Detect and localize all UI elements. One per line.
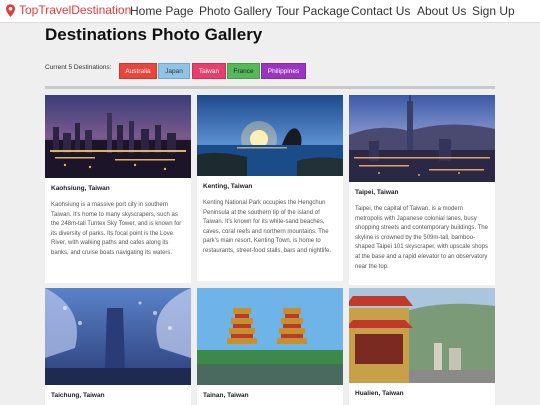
kenting-sunset-photo: [197, 95, 343, 176]
taipei-101-skyline-photo: [349, 95, 495, 182]
chip-philippines[interactable]: Philippines: [261, 63, 306, 79]
card-description: Taipei, the capital of Taiwan, is a mode…: [355, 206, 488, 270]
gallery-card-tainan[interactable]: Tainan, Taiwan: [197, 288, 343, 405]
current-destinations-label: Current 5 Destinations:: [45, 64, 112, 71]
brand-logo[interactable]: TopTravelDestination: [6, 3, 131, 17]
gallery-card-hualien[interactable]: Hualien, Taiwan: [349, 288, 495, 405]
card-title: Taipei, Taiwan: [355, 189, 399, 196]
card-description: Kaohsiung is a massive port city in sout…: [51, 202, 182, 256]
chip-japan[interactable]: Japan: [158, 63, 190, 79]
gallery-card-taichung[interactable]: Taichung, Taiwan: [45, 288, 191, 405]
gallery-card-kenting[interactable]: Kenting, Taiwan Kenting National Park oc…: [197, 95, 343, 281]
brand-name: TopTravelDestination: [19, 3, 132, 17]
top-navbar: TopTravelDestination Home Page Photo Gal…: [0, 0, 540, 23]
map-pin-icon: [6, 3, 15, 17]
gallery-card-taipei[interactable]: Taipei, Taiwan Taipei, the capital of Ta…: [349, 95, 495, 285]
chip-taiwan[interactable]: Taiwan: [192, 63, 226, 79]
kaohsiung-night-skyline-photo: [45, 95, 191, 178]
taichung-tree-tower-photo: [45, 288, 191, 385]
card-title: Tainan, Taiwan: [203, 392, 249, 399]
divider: [45, 86, 495, 89]
nav-about-us[interactable]: About Us: [417, 4, 466, 18]
hualien-temple-photo: [349, 288, 495, 383]
card-title: Taichung, Taiwan: [51, 392, 105, 399]
nav-photo-gallery[interactable]: Photo Gallery: [199, 4, 272, 18]
nav-tour-package[interactable]: Tour Package: [276, 4, 349, 18]
card-title: Kenting, Taiwan: [203, 183, 253, 190]
nav-home-page[interactable]: Home Page: [130, 4, 193, 18]
card-title: Kaohsiung, Taiwan: [51, 185, 110, 192]
page-title: Destinations Photo Gallery: [45, 25, 263, 44]
nav-contact-us[interactable]: Contact Us: [351, 4, 410, 18]
nav-sign-up[interactable]: Sign Up: [472, 4, 515, 18]
chip-australia[interactable]: Australia: [119, 63, 157, 79]
card-title: Hualien, Taiwan: [355, 390, 404, 397]
tainan-pagodas-photo: [197, 288, 343, 385]
card-description: Kenting National Park occupies the Hengc…: [203, 200, 332, 254]
gallery-card-kaohsiung[interactable]: Kaohsiung, Taiwan Kaohsiung is a massive…: [45, 95, 191, 283]
chip-france[interactable]: France: [227, 63, 260, 79]
